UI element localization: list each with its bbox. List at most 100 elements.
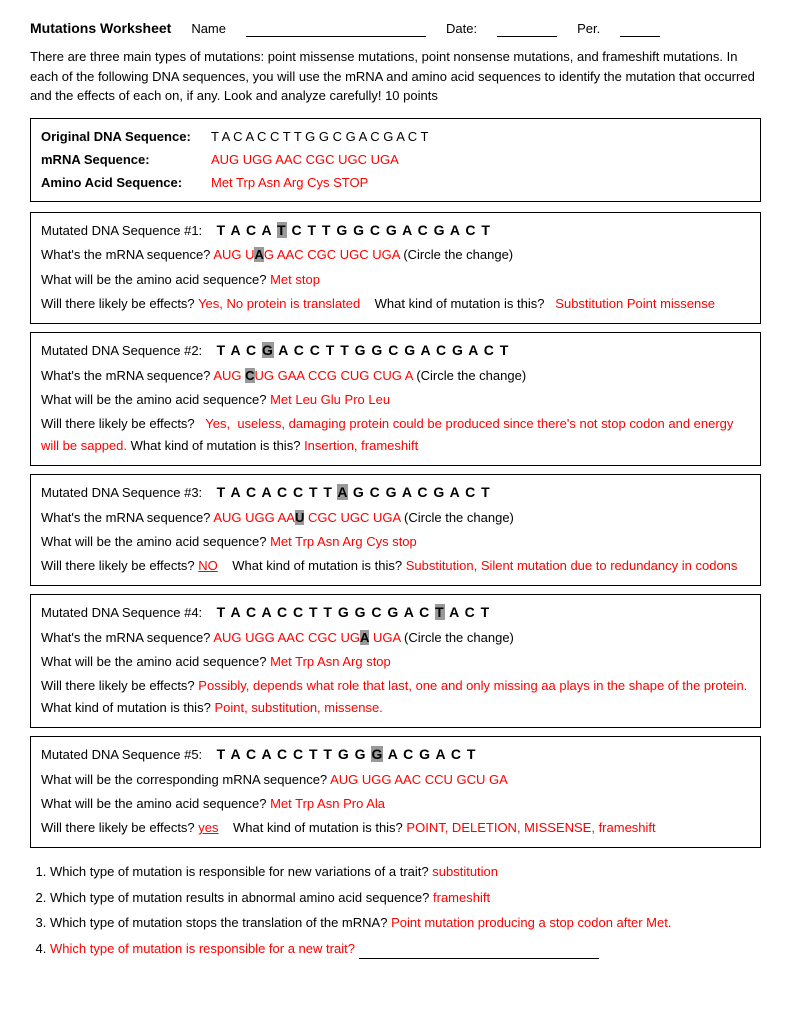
- questions-section: Which type of mutation is responsible fo…: [30, 862, 761, 959]
- original-mrna-label: mRNA Sequence:: [41, 148, 201, 171]
- mut5-q3-type: POINT, DELETION, MISSENSE, frameshift: [406, 820, 655, 835]
- original-amino-row: Amino Acid Sequence: Met Trp Asn Arg Cys…: [41, 171, 750, 194]
- q1-text: Which type of mutation is responsible fo…: [50, 864, 429, 879]
- mut5-q2-answer: Met Trp Asn Pro Ala: [270, 796, 385, 811]
- mut1-title-row: Mutated DNA Sequence #1: T A C A T C T T…: [41, 219, 750, 243]
- mut3-q3-type: Substitution, Silent mutation due to red…: [406, 558, 738, 573]
- intro-text: There are three main types of mutations:…: [30, 47, 761, 106]
- mut1-title-label: Mutated DNA Sequence #1:: [41, 223, 213, 238]
- mut2-q3: Will there likely be effects? Yes, usele…: [41, 413, 750, 457]
- mut1-q3-type: Substitution Point missense: [548, 296, 715, 311]
- original-dna-label: Original DNA Sequence:: [41, 125, 201, 148]
- worksheet-title: Mutations Worksheet: [30, 20, 171, 36]
- mut5-q3: Will there likely be effects? yes What k…: [41, 817, 750, 839]
- mut1-q1: What's the mRNA sequence? AUG UAG AAC CG…: [41, 244, 750, 266]
- mut3-q2: What will be the amino acid sequence? Me…: [41, 531, 750, 553]
- mut2-q1: What's the mRNA sequence? AUG CUG GAA CC…: [41, 365, 750, 387]
- mut5-q1: What will be the corresponding mRNA sequ…: [41, 769, 750, 791]
- mut3-q2-label: What will be the amino acid sequence?: [41, 534, 266, 549]
- q2-text: Which type of mutation results in abnorm…: [50, 890, 429, 905]
- q1-answer: substitution: [432, 864, 498, 879]
- mut1-q2: What will be the amino acid sequence? Me…: [41, 269, 750, 291]
- question-item-2: Which type of mutation results in abnorm…: [50, 888, 761, 908]
- mut4-q2-label: What will be the amino acid sequence?: [41, 654, 266, 669]
- mut1-highlight: T: [277, 222, 287, 238]
- original-amino-label: Amino Acid Sequence:: [41, 171, 201, 194]
- q3-answer: Point mutation producing a stop codon af…: [391, 915, 671, 930]
- mut2-highlight: G: [262, 342, 274, 358]
- mut3-highlight: A: [337, 484, 348, 500]
- question-item-3: Which type of mutation stops the transla…: [50, 913, 761, 933]
- mut4-q2: What will be the amino acid sequence? Me…: [41, 651, 750, 673]
- mut1-q2-label: What will be the amino acid sequence?: [41, 272, 266, 287]
- mut1-q3: Will there likely be effects? Yes, No pr…: [41, 293, 750, 315]
- name-label: Name: [191, 21, 226, 36]
- mutation-box-5: Mutated DNA Sequence #5: T A C A C C T T…: [30, 736, 761, 848]
- original-dna-seq: T A C A C C T T G G C G A C G A C T: [211, 125, 428, 148]
- mut2-q2-answer: Met Leu Glu Pro Leu: [270, 392, 390, 407]
- mut4-q3-label: Will there likely be effects?: [41, 678, 195, 693]
- mut5-q2: What will be the amino acid sequence? Me…: [41, 793, 750, 815]
- mut4-q3-answer: Possibly, depends what role that last, o…: [198, 678, 747, 693]
- mut4-q1: What's the mRNA sequence? AUG UGG AAC CG…: [41, 627, 750, 649]
- mut2-seq: T A C G A C C T T G G C G A C G A C T: [217, 342, 510, 358]
- mut3-q3-mid: What kind of mutation is this?: [221, 558, 402, 573]
- mut1-seq: T A C A T C T T G G C G A C G A C T: [217, 222, 491, 238]
- mut5-q3-answer: yes: [198, 820, 218, 835]
- mut3-q1: What's the mRNA sequence? AUG UGG AAU CG…: [41, 507, 750, 529]
- mut1-q1-circle: (Circle the change): [403, 247, 513, 262]
- mut4-q3-type: Point, substitution, missense.: [214, 700, 382, 715]
- mut5-q1-label: What will be the corresponding mRNA sequ…: [41, 772, 327, 787]
- mut4-q1-circle: (Circle the change): [404, 630, 514, 645]
- q2-answer: frameshift: [433, 890, 490, 905]
- mut2-q2-label: What will be the amino acid sequence?: [41, 392, 266, 407]
- original-amino-seq: Met Trp Asn Arg Cys STOP: [211, 171, 368, 194]
- mut3-seq: T A C A C C T T A G C G A C G A C T: [217, 484, 491, 500]
- mut4-q3: Will there likely be effects? Possibly, …: [41, 675, 750, 719]
- mut5-title-row: Mutated DNA Sequence #5: T A C A C C T T…: [41, 743, 750, 767]
- q4-answer-line: [359, 939, 599, 960]
- mut3-q1-highlight: U: [295, 510, 304, 525]
- mut4-title-label: Mutated DNA Sequence #4:: [41, 605, 213, 620]
- mut1-q1-label: What's the mRNA sequence?: [41, 247, 210, 262]
- mut5-q1-answer: AUG UGG AAC CCU GCU GA: [330, 772, 508, 787]
- mut2-title-label: Mutated DNA Sequence #2:: [41, 343, 213, 358]
- mut3-q1-answer: AUG UGG AAU CGC UGC UGA: [213, 510, 400, 525]
- per-label: Per.: [577, 21, 600, 36]
- original-mrna-seq: AUG UGG AAC CGC UGC UGA: [211, 148, 399, 171]
- mut4-highlight: T: [435, 604, 445, 620]
- original-mrna-row: mRNA Sequence: AUG UGG AAC CGC UGC UGA: [41, 148, 750, 171]
- mut3-q1-circle: (Circle the change): [404, 510, 514, 525]
- mut1-q3-answer: Yes, No protein is translated: [198, 296, 360, 311]
- mut1-q3-mid: What kind of mutation is this?: [364, 296, 545, 311]
- mut4-q3-mid: What kind of mutation is this?: [41, 700, 211, 715]
- mutation-box-3: Mutated DNA Sequence #3: T A C A C C T T…: [30, 474, 761, 586]
- mut2-q3-type: Insertion, frameshift: [304, 438, 418, 453]
- mut1-q1-highlight: A: [254, 247, 263, 262]
- mut5-highlight: G: [371, 746, 383, 762]
- mut5-seq: T A C A C C T T G G G A C G A C T: [217, 746, 477, 762]
- q3-text: Which type of mutation stops the transla…: [50, 915, 387, 930]
- mut4-q1-label: What's the mRNA sequence?: [41, 630, 210, 645]
- mut4-q2-answer: Met Trp Asn Arg stop: [270, 654, 391, 669]
- mut2-q3-label: Will there likely be effects?: [41, 416, 195, 431]
- mut2-q1-circle: (Circle the change): [416, 368, 526, 383]
- mut4-title-row: Mutated DNA Sequence #4: T A C A C C T T…: [41, 601, 750, 625]
- mut1-q1-answer: AUG UAG AAC CGC UGC UGA: [213, 247, 399, 262]
- mut5-q3-mid: What kind of mutation is this?: [222, 820, 403, 835]
- page-header: Mutations Worksheet Name Date: Per.: [30, 20, 761, 37]
- mut2-q1-answer: AUG CUG GAA CCG CUG CUG A: [213, 368, 412, 383]
- mut3-title-row: Mutated DNA Sequence #3: T A C A C C T T…: [41, 481, 750, 505]
- mut1-q2-answer: Met stop: [270, 272, 320, 287]
- mutation-box-1: Mutated DNA Sequence #1: T A C A T C T T…: [30, 212, 761, 324]
- mut5-title-label: Mutated DNA Sequence #5:: [41, 747, 213, 762]
- question-item-1: Which type of mutation is responsible fo…: [50, 862, 761, 882]
- mutation-box-2: Mutated DNA Sequence #2: T A C G A C C T…: [30, 332, 761, 466]
- mut5-q2-label: What will be the amino acid sequence?: [41, 796, 266, 811]
- mut4-q1-answer: AUG UGG AAC CGC UGA UGA: [213, 630, 400, 645]
- mut2-q1-label: What's the mRNA sequence?: [41, 368, 210, 383]
- mut3-q3-no: NO: [198, 558, 218, 573]
- mut5-q3-label: Will there likely be effects?: [41, 820, 195, 835]
- question-item-4: Which type of mutation is responsible fo…: [50, 939, 761, 960]
- mut2-title-row: Mutated DNA Sequence #2: T A C G A C C T…: [41, 339, 750, 363]
